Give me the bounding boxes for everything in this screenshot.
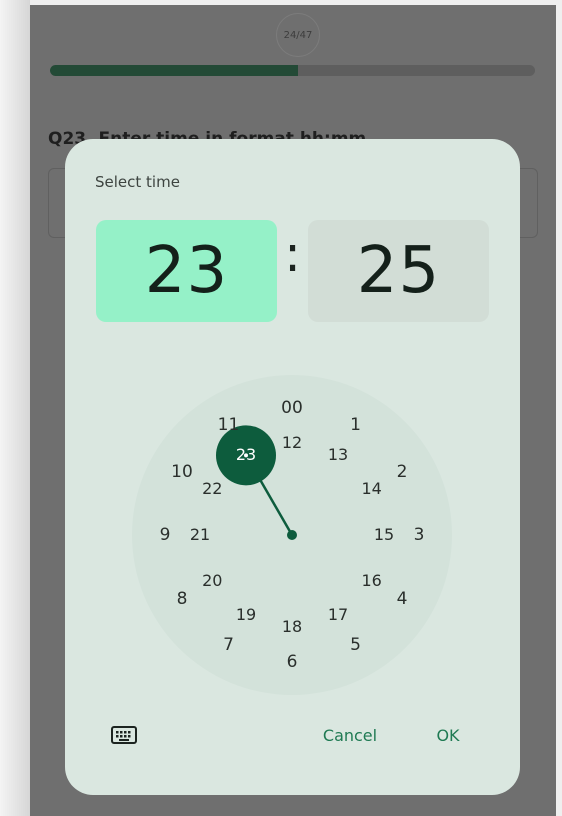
keyboard-toggle-button[interactable] bbox=[109, 721, 139, 749]
clock-center-dot bbox=[287, 530, 297, 540]
clock-hour-11[interactable]: 11 bbox=[211, 413, 247, 437]
clock-hour-6[interactable]: 6 bbox=[274, 650, 310, 674]
clock-hour-14[interactable]: 14 bbox=[354, 477, 390, 501]
hour-value: 23 bbox=[144, 234, 229, 308]
clock-hour-18[interactable]: 18 bbox=[274, 615, 310, 639]
progress-label: 24/47 bbox=[283, 29, 313, 41]
clock-hour-22[interactable]: 22 bbox=[194, 477, 230, 501]
progress-bar bbox=[50, 65, 535, 76]
clock-hour-5[interactable]: 5 bbox=[338, 633, 374, 657]
clock-hour-00[interactable]: 00 bbox=[274, 396, 310, 420]
minute-value: 25 bbox=[356, 234, 441, 308]
clock-hour-20[interactable]: 20 bbox=[194, 569, 230, 593]
progress-badge: 24/47 bbox=[276, 13, 320, 57]
hour-selector[interactable]: 23 bbox=[96, 220, 277, 322]
clock-hour-16[interactable]: 16 bbox=[354, 569, 390, 593]
clock-hour-21[interactable]: 21 bbox=[182, 523, 218, 547]
clock-dial[interactable]: 00 1 2 3 4 5 6 7 8 9 10 11 12 13 14 15 16 17 18 19 20 21 22 23 bbox=[132, 375, 452, 695]
progress-fill bbox=[50, 65, 298, 76]
clock-hour-19[interactable]: 19 bbox=[228, 603, 264, 627]
clock-hour-7[interactable]: 7 bbox=[211, 633, 247, 657]
window-edge bbox=[0, 0, 30, 816]
time-separator: : bbox=[284, 225, 301, 283]
minute-selector[interactable]: 25 bbox=[308, 220, 489, 322]
clock-hour-13[interactable]: 13 bbox=[320, 443, 356, 467]
clock-hour-1[interactable]: 1 bbox=[338, 413, 374, 437]
ok-button[interactable]: OK bbox=[423, 719, 473, 753]
clock-hour-17[interactable]: 17 bbox=[320, 603, 356, 627]
clock-hour-23[interactable]: 23 bbox=[228, 443, 264, 467]
cancel-button[interactable]: Cancel bbox=[305, 719, 395, 753]
keyboard-icon bbox=[111, 726, 137, 744]
clock-hour-15[interactable]: 15 bbox=[366, 523, 402, 547]
clock-hour-12[interactable]: 12 bbox=[274, 431, 310, 455]
clock-hour-9[interactable]: 9 bbox=[147, 523, 183, 547]
time-picker-dialog: Select time 23 : 25 00 1 2 3 4 5 6 7 8 9 10 11 12 13 1… bbox=[65, 139, 520, 795]
clock-hour-3[interactable]: 3 bbox=[401, 523, 437, 547]
dialog-title: Select time bbox=[95, 173, 180, 191]
